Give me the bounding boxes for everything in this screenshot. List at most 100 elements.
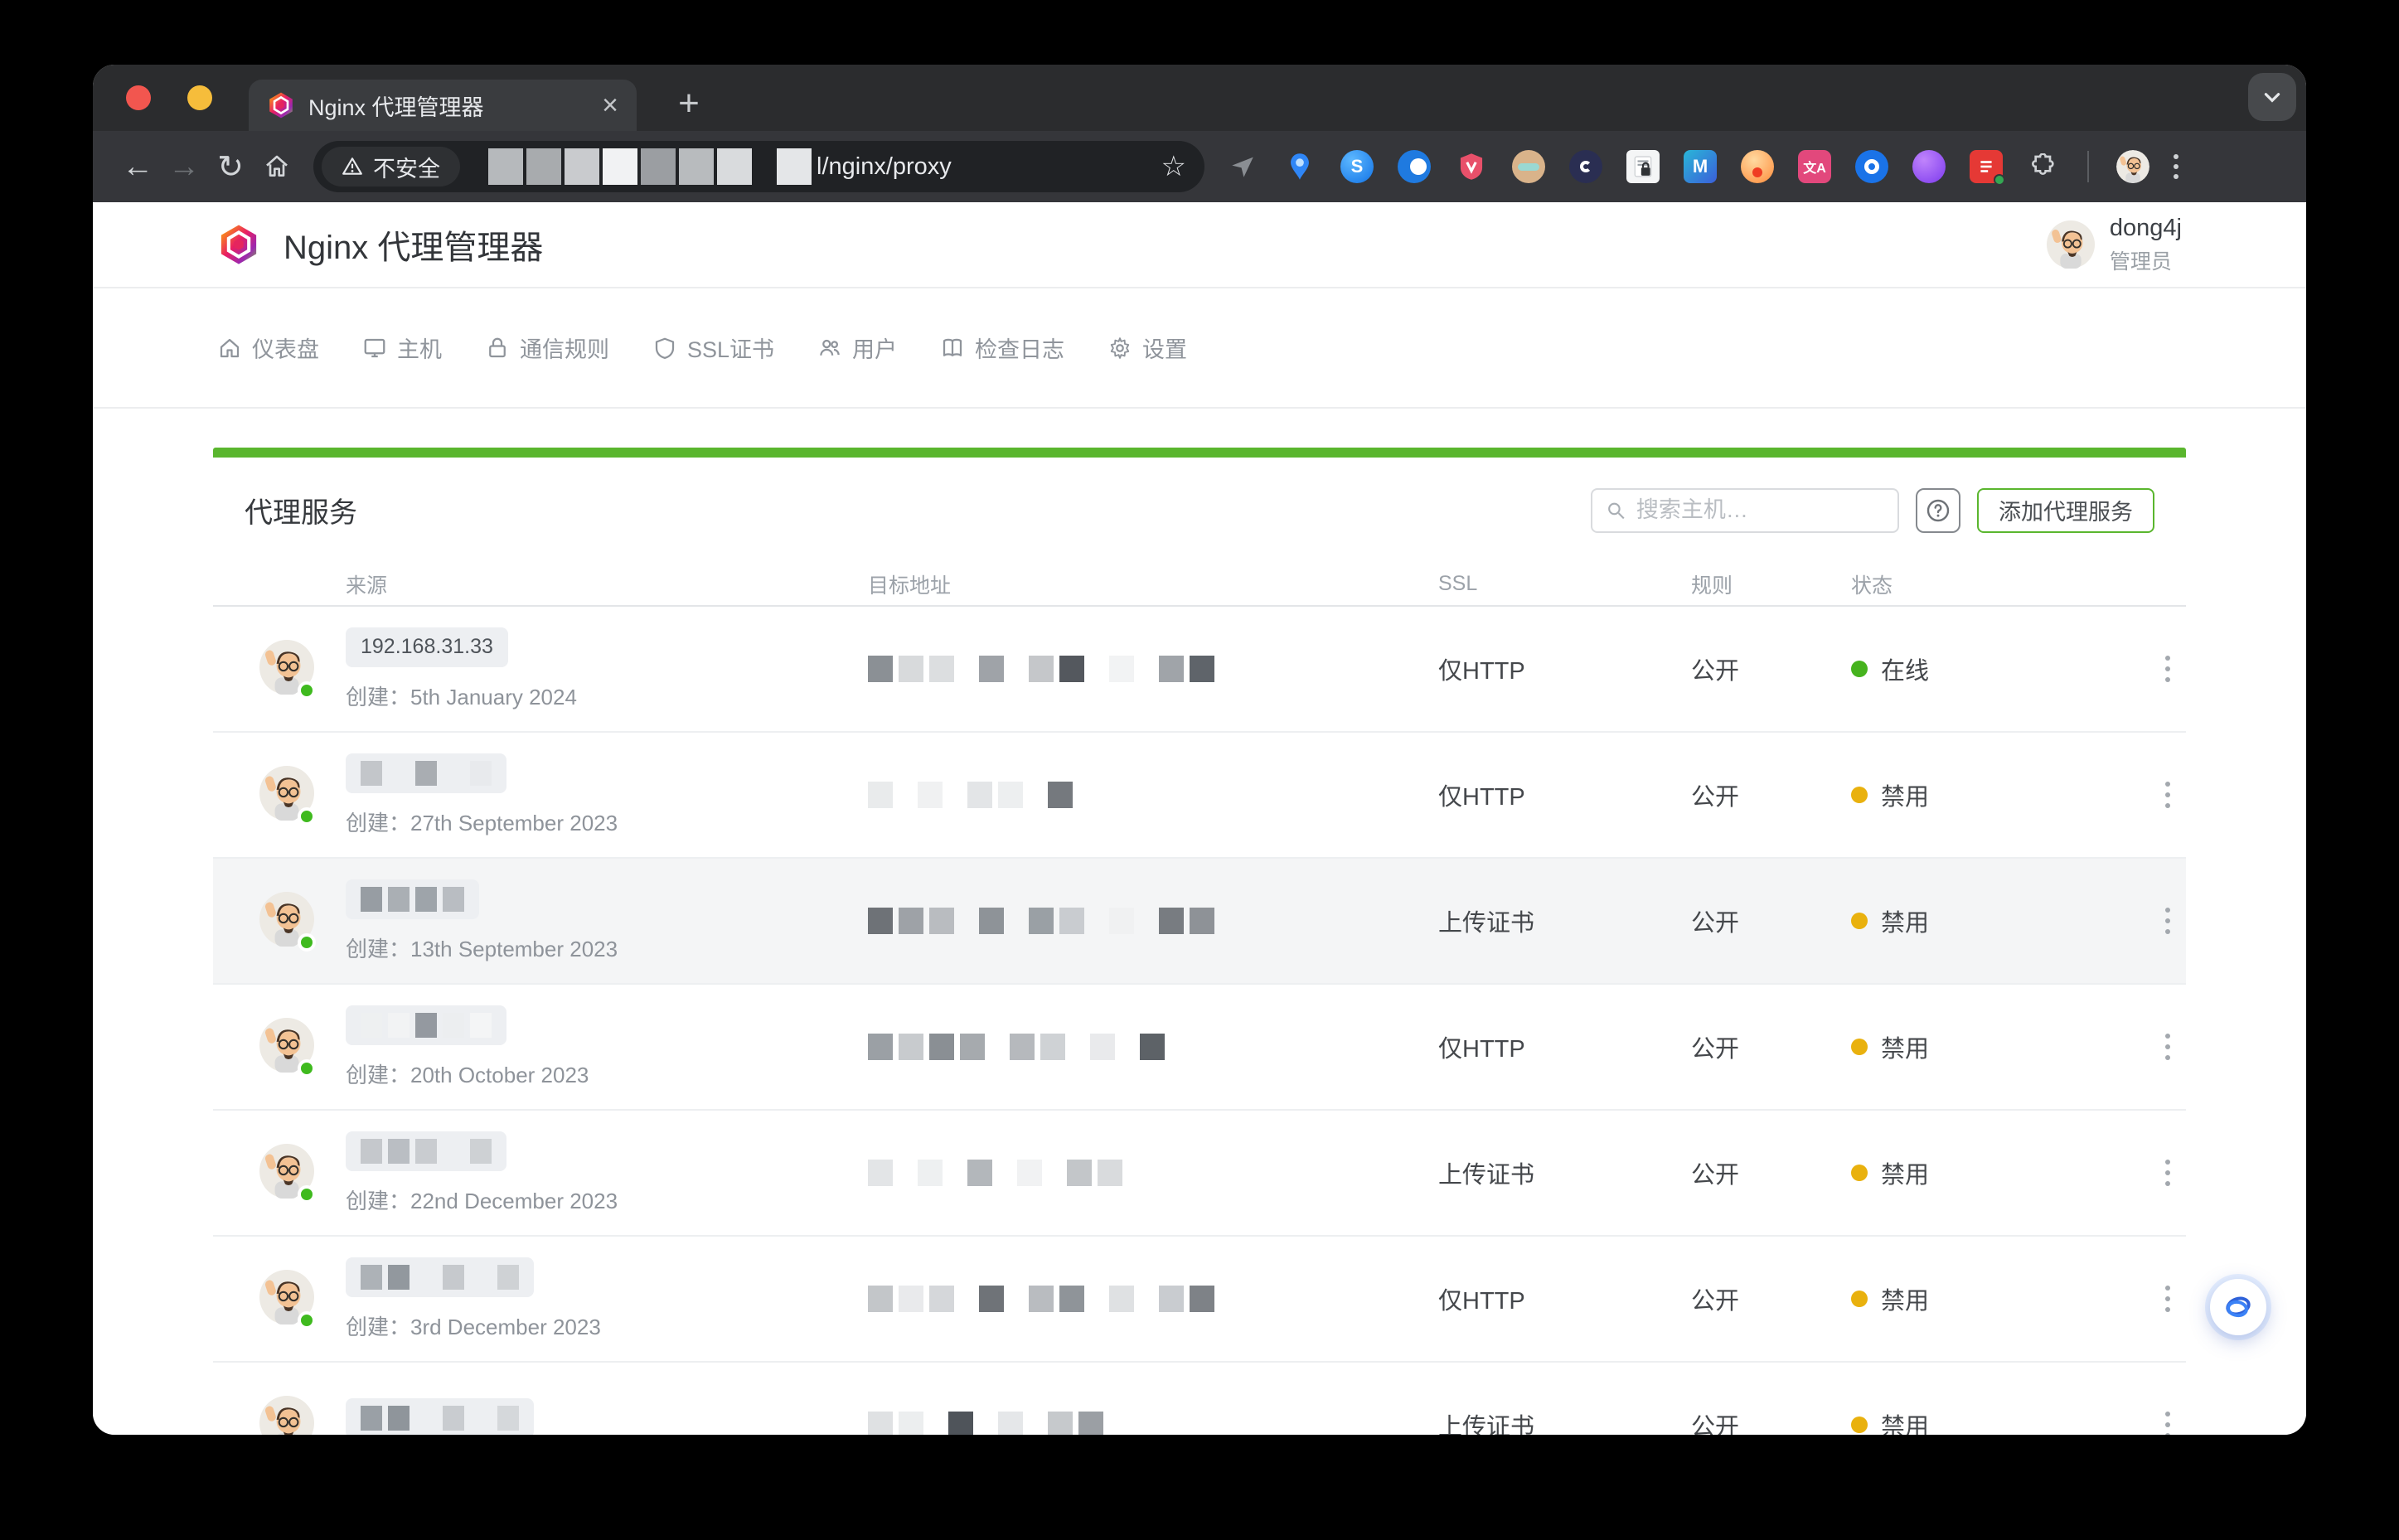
blue-ring-icon[interactable] [1855, 150, 1888, 183]
orange-blob-icon[interactable] [1741, 150, 1774, 183]
nav-item-ssl-certificates[interactable]: SSL证书 [652, 332, 774, 364]
row-menu-kebab-icon[interactable] [2151, 1286, 2184, 1312]
main-nav: 仪表盘 主机 通信规则 SSL证书 用户 检查日志 设置 [93, 288, 2306, 409]
access-value: 公开 [1691, 651, 1851, 686]
nav-item-dashboard[interactable]: 仪表盘 [217, 332, 319, 364]
row-menu-kebab-icon[interactable] [2151, 1160, 2184, 1186]
destination-redacted [868, 1412, 1438, 1435]
nav-item-settings[interactable]: 设置 [1107, 332, 1187, 364]
close-tab-icon[interactable]: × [602, 91, 618, 119]
source-badge[interactable] [346, 1398, 534, 1435]
table-row[interactable]: 192.168.31.33 创建：5th January 2024 仅HTTP 公… [213, 607, 2186, 733]
tab-search-button[interactable] [2248, 73, 2296, 121]
assistant-floating-button[interactable] [2210, 1279, 2266, 1335]
table-row[interactable]: 创建：3rd December 2023 仅HTTP 公开 禁用 [213, 1237, 2186, 1363]
close-window-button[interactable] [126, 85, 151, 110]
red-shield-icon[interactable] [1455, 150, 1488, 183]
table-row[interactable]: 创建：20th October 2023 仅HTTP 公开 禁用 [213, 985, 2186, 1111]
users-icon [817, 336, 842, 361]
source-badge[interactable] [346, 1131, 506, 1171]
persona-face-icon[interactable] [1512, 150, 1545, 183]
address-bar[interactable]: 不安全 l/nginx/proxy ☆ [313, 141, 1204, 192]
ssl-value: 上传证书 [1438, 1407, 1691, 1435]
row-menu-kebab-icon[interactable] [2151, 908, 2184, 934]
col-ssl: SSL [1438, 572, 1691, 596]
row-menu-kebab-icon[interactable] [2151, 1034, 2184, 1060]
owner-avatar [259, 810, 314, 824]
help-button[interactable] [1916, 488, 1960, 533]
col-status: 状态 [1851, 569, 2135, 599]
translate-icon[interactable]: 文A [1798, 150, 1831, 183]
source-badge[interactable] [346, 879, 479, 919]
status-label: 禁用 [1881, 1029, 1929, 1064]
profile-avatar[interactable] [2116, 150, 2149, 183]
row-menu-kebab-icon[interactable] [2151, 1412, 2184, 1435]
source-badge[interactable] [346, 1005, 506, 1045]
purple-circle-icon[interactable] [1912, 150, 1946, 183]
add-proxy-host-button[interactable]: 添加代理服务 [1977, 488, 2154, 533]
reload-button[interactable]: ↻ [207, 143, 254, 190]
gradient-m-icon[interactable]: M [1684, 150, 1717, 183]
presence-dot [298, 681, 316, 700]
source-badge[interactable]: 192.168.31.33 [346, 627, 508, 667]
paper-plane-icon[interactable] [1226, 150, 1259, 183]
browser-menu-kebab-icon[interactable] [2174, 154, 2178, 179]
row-menu-kebab-icon[interactable] [2151, 782, 2184, 808]
destination-redacted [868, 908, 1438, 934]
security-chip[interactable]: 不安全 [322, 147, 460, 186]
search-box[interactable] [1591, 488, 1899, 533]
blue-bird-icon[interactable] [1398, 150, 1431, 183]
red-notes-icon[interactable] [1970, 150, 2003, 183]
nav-item-hosts[interactable]: 主机 [362, 332, 442, 364]
source-badge[interactable] [346, 753, 506, 793]
nav-item-users[interactable]: 用户 [817, 332, 897, 364]
ssl-value: 仅HTTP [1438, 651, 1691, 686]
status-dot [1851, 1039, 1868, 1055]
row-menu-kebab-icon[interactable] [2151, 656, 2184, 682]
bookmark-star-icon[interactable]: ☆ [1161, 150, 1195, 183]
browser-tab[interactable]: Nginx 代理管理器 × [249, 80, 637, 131]
col-source: 来源 [346, 569, 868, 599]
source-badge[interactable] [346, 1257, 534, 1297]
panel-title: 代理服务 [245, 490, 357, 530]
home-icon [264, 153, 290, 180]
table-row[interactable]: 上传证书 公开 禁用 [213, 1363, 2186, 1435]
ssl-value: 上传证书 [1438, 903, 1691, 938]
col-destination: 目标地址 [868, 569, 1438, 599]
dark-circle-icon[interactable] [1569, 150, 1602, 183]
col-access: 规则 [1691, 569, 1851, 599]
tab-favicon-npm-logo-icon [267, 91, 295, 119]
lock-icon [485, 336, 510, 361]
security-label: 不安全 [373, 151, 440, 183]
table-row[interactable]: 创建：22nd December 2023 上传证书 公开 禁用 [213, 1111, 2186, 1237]
new-tab-button[interactable]: + [666, 81, 711, 126]
blue-pin-icon[interactable] [1283, 150, 1316, 183]
status-dot [1851, 1417, 1868, 1433]
blue-swirl-icon [2222, 1291, 2255, 1324]
sider-swirl-icon[interactable]: S [1340, 150, 1374, 183]
table-row[interactable]: 创建：27th September 2023 仅HTTP 公开 禁用 [213, 733, 2186, 859]
ssl-value: 上传证书 [1438, 1155, 1691, 1190]
app-title: Nginx 代理管理器 [284, 220, 543, 269]
book-icon [940, 336, 965, 361]
nav-item-access-lists[interactable]: 通信规则 [485, 332, 609, 364]
owner-avatar [259, 1188, 314, 1202]
forward-button[interactable]: → [161, 143, 207, 190]
user-menu[interactable]: dong4j 管理员 [2047, 215, 2182, 275]
page-lock-icon[interactable] [1626, 150, 1660, 183]
status-dot [1851, 1165, 1868, 1181]
extensions-puzzle-icon[interactable] [2027, 150, 2060, 183]
monitor-icon [362, 336, 387, 361]
ssl-value: 仅HTTP [1438, 1281, 1691, 1316]
minimize-window-button[interactable] [187, 85, 212, 110]
created-date: 创建：5th January 2024 [346, 680, 868, 711]
table-row[interactable]: 创建：13th September 2023 上传证书 公开 禁用 [213, 859, 2186, 985]
access-value: 公开 [1691, 1029, 1851, 1064]
status-label: 禁用 [1881, 903, 1929, 938]
table-header: 来源 目标地址 SSL 规则 状态 [213, 563, 2186, 607]
home-button[interactable] [254, 143, 300, 190]
search-input[interactable] [1636, 497, 1884, 523]
back-button[interactable]: ← [114, 143, 161, 190]
nav-item-audit-log[interactable]: 检查日志 [940, 332, 1064, 364]
proxy-hosts-panel: 代理服务 添加代理服务 来源 目标地址 SSL 规则 [213, 448, 2186, 1435]
